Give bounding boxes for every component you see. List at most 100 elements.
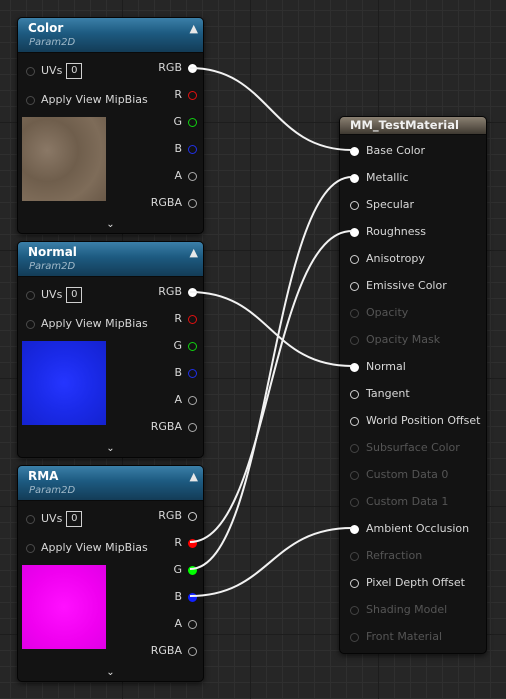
- output-rgba[interactable]: RGBA: [151, 418, 197, 436]
- output-pin-icon[interactable]: [188, 314, 197, 324]
- mipbias-input-row[interactable]: Apply View MipBias: [26, 315, 148, 333]
- material-node[interactable]: MM_TestMaterial Base Color Metallic Spec…: [339, 116, 487, 654]
- output-pin-icon[interactable]: [188, 395, 197, 405]
- mipbias-input-row[interactable]: Apply View MipBias: [26, 91, 148, 109]
- texture-node-color[interactable]: Color Param2D ▲ UVs 0 Apply View MipBias …: [17, 17, 204, 234]
- output-pin-icon[interactable]: [188, 287, 197, 297]
- output-pin-icon[interactable]: [188, 90, 197, 100]
- input-pin-icon[interactable]: [350, 146, 359, 156]
- output-g[interactable]: G: [173, 337, 197, 355]
- input-pin-icon[interactable]: [350, 416, 359, 426]
- material-input-pixel-depth-offset[interactable]: Pixel Depth Offset: [350, 574, 465, 592]
- node-header[interactable]: Normal Param2D ▲: [18, 242, 203, 277]
- input-pin-icon[interactable]: [350, 281, 359, 291]
- uvs-input-row[interactable]: UVs 0: [26, 510, 83, 528]
- output-pin-icon[interactable]: [188, 565, 197, 575]
- input-pin-icon[interactable]: [350, 254, 359, 264]
- node-subtitle: Param2D: [29, 261, 76, 272]
- material-input-base-color[interactable]: Base Color: [350, 142, 425, 160]
- node-header[interactable]: RMA Param2D ▲: [18, 466, 203, 501]
- material-input-specular[interactable]: Specular: [350, 196, 414, 214]
- output-b[interactable]: B: [174, 588, 197, 606]
- output-pin-icon[interactable]: [188, 171, 197, 181]
- material-node-title[interactable]: MM_TestMaterial: [340, 117, 486, 135]
- output-a[interactable]: A: [174, 167, 197, 185]
- input-pin-icon: [350, 632, 359, 642]
- chevron-down-icon[interactable]: ⌄: [18, 219, 203, 230]
- mipbias-label: Apply View MipBias: [41, 93, 148, 106]
- node-header[interactable]: Color Param2D ▲: [18, 18, 203, 53]
- input-pin-icon[interactable]: [26, 319, 35, 329]
- uvs-label: UVs: [41, 288, 63, 301]
- input-pin-icon[interactable]: [26, 290, 35, 300]
- output-r[interactable]: R: [174, 534, 197, 552]
- mipbias-label: Apply View MipBias: [41, 317, 148, 330]
- chevron-up-icon[interactable]: ▲: [190, 470, 198, 483]
- input-pin-icon[interactable]: [350, 173, 359, 183]
- output-pin-icon[interactable]: [188, 511, 197, 521]
- chevron-down-icon[interactable]: ⌄: [18, 443, 203, 454]
- input-pin-icon[interactable]: [350, 524, 359, 534]
- uvs-input-row[interactable]: UVs 0: [26, 286, 83, 304]
- input-pin-icon[interactable]: [350, 389, 359, 399]
- output-rgb[interactable]: RGB: [158, 283, 197, 301]
- input-pin-icon[interactable]: [26, 66, 35, 76]
- texture-node-normal[interactable]: Normal Param2D ▲ UVs 0 Apply View MipBias…: [17, 241, 204, 458]
- output-r[interactable]: R: [174, 310, 197, 328]
- input-pin-icon[interactable]: [350, 227, 359, 237]
- mipbias-label: Apply View MipBias: [41, 541, 148, 554]
- input-pin-icon: [350, 605, 359, 615]
- material-input-roughness[interactable]: Roughness: [350, 223, 426, 241]
- output-b[interactable]: B: [174, 364, 197, 382]
- uvs-input-row[interactable]: UVs 0: [26, 62, 83, 80]
- output-pin-icon[interactable]: [188, 422, 197, 432]
- output-a[interactable]: A: [174, 615, 197, 633]
- input-pin-icon[interactable]: [350, 200, 359, 210]
- uvs-label: UVs: [41, 64, 63, 77]
- output-pin-icon[interactable]: [188, 63, 197, 73]
- material-input-opacity-mask: Opacity Mask: [350, 331, 440, 349]
- output-pin-icon[interactable]: [188, 368, 197, 378]
- material-input-emissive-color[interactable]: Emissive Color: [350, 277, 447, 295]
- output-rgb[interactable]: RGB: [158, 59, 197, 77]
- material-input-ambient-occlusion[interactable]: Ambient Occlusion: [350, 520, 469, 538]
- uvs-value-field[interactable]: 0: [66, 63, 83, 79]
- material-input-anisotropy[interactable]: Anisotropy: [350, 250, 425, 268]
- output-b[interactable]: B: [174, 140, 197, 158]
- output-pin-icon[interactable]: [188, 619, 197, 629]
- output-rgba[interactable]: RGBA: [151, 194, 197, 212]
- input-pin-icon[interactable]: [26, 514, 35, 524]
- chevron-up-icon[interactable]: ▲: [190, 246, 198, 259]
- material-input-tangent[interactable]: Tangent: [350, 385, 410, 403]
- material-input-normal[interactable]: Normal: [350, 358, 406, 376]
- uvs-value-field[interactable]: 0: [66, 511, 83, 527]
- material-input-world-position-offset[interactable]: World Position Offset: [350, 412, 480, 430]
- mipbias-input-row[interactable]: Apply View MipBias: [26, 539, 148, 557]
- output-pin-icon[interactable]: [188, 144, 197, 154]
- output-pin-icon[interactable]: [188, 538, 197, 548]
- output-rgb[interactable]: RGB: [158, 507, 197, 525]
- output-pin-icon[interactable]: [188, 198, 197, 208]
- output-pin-icon[interactable]: [188, 592, 197, 602]
- input-pin-icon: [350, 470, 359, 480]
- node-subtitle: Param2D: [29, 485, 76, 496]
- uvs-value-field[interactable]: 0: [66, 287, 83, 303]
- output-g[interactable]: G: [173, 561, 197, 579]
- chevron-down-icon[interactable]: ⌄: [18, 667, 203, 678]
- input-pin-icon[interactable]: [26, 95, 35, 105]
- output-r[interactable]: R: [174, 86, 197, 104]
- output-g[interactable]: G: [173, 113, 197, 131]
- input-pin-icon[interactable]: [350, 578, 359, 588]
- input-pin-icon: [350, 308, 359, 318]
- output-pin-icon[interactable]: [188, 117, 197, 127]
- output-a[interactable]: A: [174, 391, 197, 409]
- input-pin-icon[interactable]: [350, 362, 359, 372]
- output-pin-icon[interactable]: [188, 341, 197, 351]
- material-input-metallic[interactable]: Metallic: [350, 169, 409, 187]
- texture-node-rma[interactable]: RMA Param2D ▲ UVs 0 Apply View MipBias RG…: [17, 465, 204, 682]
- chevron-up-icon[interactable]: ▲: [190, 22, 198, 35]
- output-pin-icon[interactable]: [188, 646, 197, 656]
- output-rgba[interactable]: RGBA: [151, 642, 197, 660]
- input-pin-icon[interactable]: [26, 543, 35, 553]
- node-title: Color: [28, 21, 64, 35]
